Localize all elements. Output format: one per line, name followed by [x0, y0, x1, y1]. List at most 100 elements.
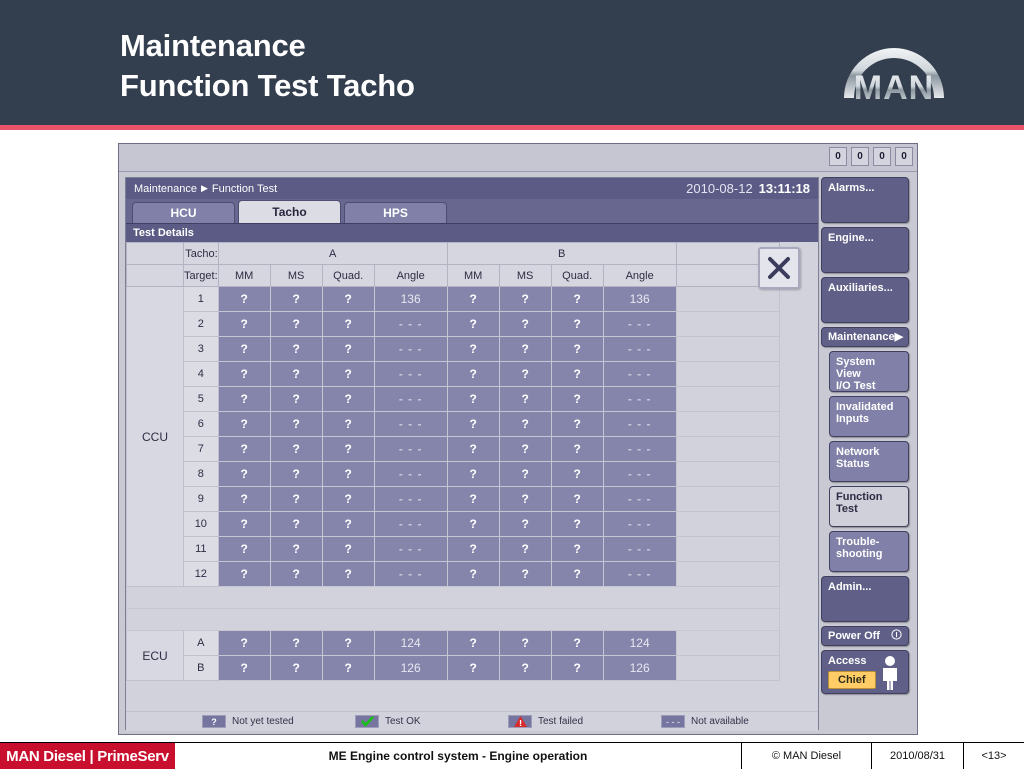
cell-b-quad[interactable]: ? [550, 536, 604, 562]
cell-b-angle[interactable]: - - - [602, 461, 677, 487]
sidebar-item-troubleshooting[interactable]: Trouble- shooting [829, 531, 909, 572]
cell-a-quad[interactable]: ? [321, 561, 375, 587]
cell-a-ms[interactable]: ? [269, 630, 323, 656]
cell-a-angle[interactable]: - - - [373, 311, 448, 337]
cell-b-angle[interactable]: - - - [602, 436, 677, 462]
cell-a-mm[interactable]: ? [217, 486, 271, 512]
cell-b-quad[interactable]: ? [550, 386, 604, 412]
tab-tacho[interactable]: Tacho [238, 200, 341, 223]
cell-b-ms[interactable]: ? [498, 386, 552, 412]
cell-b-angle[interactable]: 126 [602, 655, 677, 681]
cell-b-mm[interactable]: ? [446, 461, 500, 487]
cell-b-ms[interactable]: ? [498, 436, 552, 462]
cell-b-angle[interactable]: - - - [602, 411, 677, 437]
cell-b-mm[interactable]: ? [446, 511, 500, 537]
cell-a-quad[interactable]: ? [321, 461, 375, 487]
access-panel[interactable]: Access Chief [821, 650, 909, 694]
sidebar-item-alarms[interactable]: Alarms... [821, 177, 909, 223]
cell-b-angle[interactable]: - - - [602, 486, 677, 512]
cell-a-quad[interactable]: ? [321, 536, 375, 562]
cell-b-mm[interactable]: ? [446, 336, 500, 362]
counter-box[interactable]: 0 [829, 147, 847, 166]
cell-b-angle[interactable]: - - - [602, 511, 677, 537]
cell-a-angle[interactable]: - - - [373, 461, 448, 487]
cell-a-mm[interactable]: ? [217, 286, 271, 312]
cell-a-ms[interactable]: ? [269, 411, 323, 437]
cell-a-ms[interactable]: ? [269, 511, 323, 537]
sidebar-item-admin[interactable]: Admin... [821, 576, 909, 622]
cell-a-angle[interactable]: - - - [373, 561, 448, 587]
cell-b-ms[interactable]: ? [498, 630, 552, 656]
cell-a-quad[interactable]: ? [321, 630, 375, 656]
close-button[interactable] [758, 247, 800, 289]
cell-a-mm[interactable]: ? [217, 411, 271, 437]
cell-a-mm[interactable]: ? [217, 386, 271, 412]
cell-a-angle[interactable]: - - - [373, 536, 448, 562]
cell-b-angle[interactable]: - - - [602, 311, 677, 337]
cell-a-angle[interactable]: - - - [373, 386, 448, 412]
cell-b-quad[interactable]: ? [550, 311, 604, 337]
cell-a-quad[interactable]: ? [321, 336, 375, 362]
cell-a-angle[interactable]: - - - [373, 361, 448, 387]
cell-a-ms[interactable]: ? [269, 336, 323, 362]
cell-a-quad[interactable]: ? [321, 436, 375, 462]
cell-a-mm[interactable]: ? [217, 436, 271, 462]
sidebar-item-engine[interactable]: Engine... [821, 227, 909, 273]
cell-b-quad[interactable]: ? [550, 436, 604, 462]
cell-b-quad[interactable]: ? [550, 411, 604, 437]
cell-a-quad[interactable]: ? [321, 655, 375, 681]
cell-b-mm[interactable]: ? [446, 311, 500, 337]
cell-b-angle[interactable]: - - - [602, 336, 677, 362]
cell-b-mm[interactable]: ? [446, 655, 500, 681]
cell-b-quad[interactable]: ? [550, 336, 604, 362]
cell-b-mm[interactable]: ? [446, 286, 500, 312]
cell-a-angle[interactable]: - - - [373, 436, 448, 462]
cell-a-angle[interactable]: 124 [373, 630, 448, 656]
sidebar-item-network-status[interactable]: Network Status [829, 441, 909, 482]
breadcrumb-leaf[interactable]: Function Test [212, 183, 277, 195]
cell-b-ms[interactable]: ? [498, 336, 552, 362]
cell-a-angle[interactable]: 136 [373, 286, 448, 312]
counter-box[interactable]: 0 [851, 147, 869, 166]
cell-a-quad[interactable]: ? [321, 286, 375, 312]
tab-hcu[interactable]: HCU [132, 202, 235, 223]
cell-b-ms[interactable]: ? [498, 286, 552, 312]
cell-a-mm[interactable]: ? [217, 361, 271, 387]
cell-a-angle[interactable]: - - - [373, 486, 448, 512]
cell-b-quad[interactable]: ? [550, 561, 604, 587]
cell-b-quad[interactable]: ? [550, 361, 604, 387]
cell-b-mm[interactable]: ? [446, 536, 500, 562]
cell-a-quad[interactable]: ? [321, 511, 375, 537]
cell-a-mm[interactable]: ? [217, 630, 271, 656]
cell-a-ms[interactable]: ? [269, 461, 323, 487]
status-badge[interactable]: Chief [828, 671, 876, 689]
cell-b-angle[interactable]: - - - [602, 361, 677, 387]
cell-a-ms[interactable]: ? [269, 561, 323, 587]
cell-b-mm[interactable]: ? [446, 361, 500, 387]
cell-a-mm[interactable]: ? [217, 536, 271, 562]
cell-a-mm[interactable]: ? [217, 336, 271, 362]
cell-b-quad[interactable]: ? [550, 630, 604, 656]
cell-b-ms[interactable]: ? [498, 655, 552, 681]
cell-a-angle[interactable]: - - - [373, 411, 448, 437]
cell-a-mm[interactable]: ? [217, 461, 271, 487]
sidebar-item-power-off[interactable]: Power Off [821, 626, 909, 646]
cell-a-ms[interactable]: ? [269, 361, 323, 387]
cell-b-quad[interactable]: ? [550, 655, 604, 681]
cell-a-quad[interactable]: ? [321, 361, 375, 387]
cell-b-ms[interactable]: ? [498, 311, 552, 337]
cell-b-angle[interactable]: - - - [602, 386, 677, 412]
tab-hps[interactable]: HPS [344, 202, 447, 223]
sidebar-item-system-view-io-test[interactable]: System View I/O Test [829, 351, 909, 392]
cell-a-ms[interactable]: ? [269, 655, 323, 681]
cell-b-quad[interactable]: ? [550, 486, 604, 512]
cell-a-quad[interactable]: ? [321, 486, 375, 512]
cell-b-ms[interactable]: ? [498, 511, 552, 537]
sidebar-item-function-test[interactable]: Function Test [829, 486, 909, 527]
cell-b-mm[interactable]: ? [446, 486, 500, 512]
cell-b-quad[interactable]: ? [550, 461, 604, 487]
cell-a-angle[interactable]: - - - [373, 511, 448, 537]
cell-a-ms[interactable]: ? [269, 286, 323, 312]
cell-b-ms[interactable]: ? [498, 411, 552, 437]
cell-b-angle[interactable]: - - - [602, 561, 677, 587]
